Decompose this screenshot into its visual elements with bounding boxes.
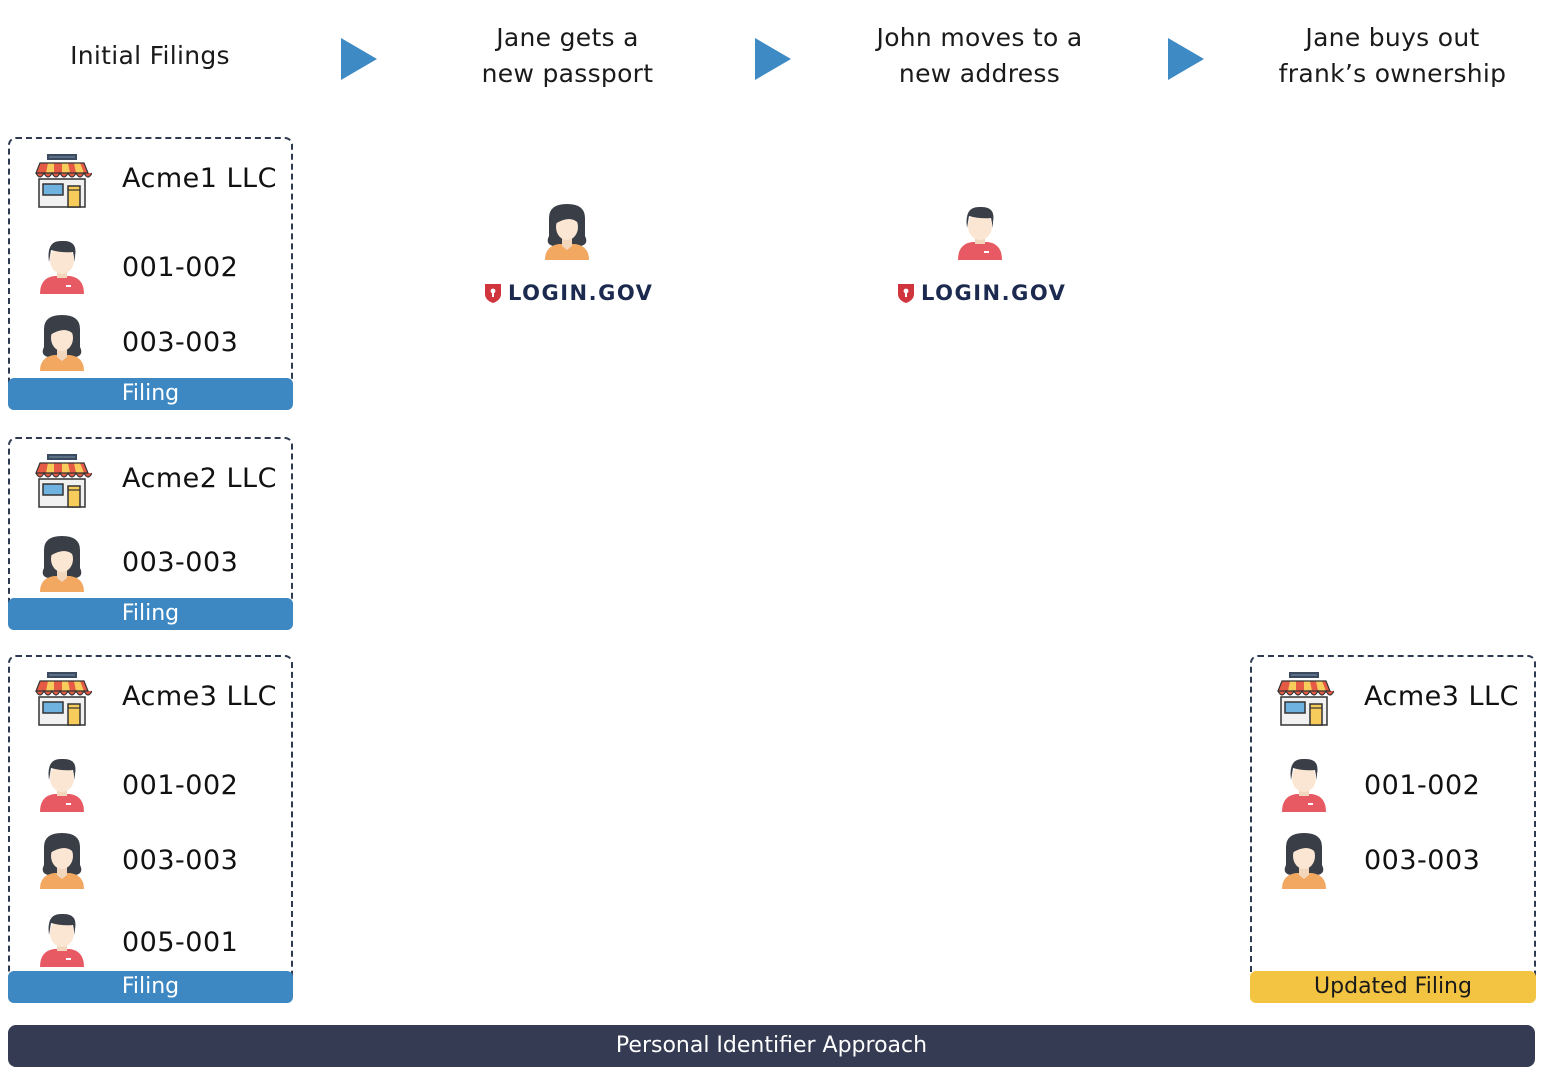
shield-lock-icon xyxy=(485,284,501,303)
step-title-line: new passport xyxy=(481,59,654,88)
arrow-right-icon xyxy=(1168,38,1204,80)
step-title-line: new address xyxy=(898,59,1061,88)
login-gov-text: LOGIN.GOV xyxy=(921,281,1067,305)
female-person-icon xyxy=(32,311,92,371)
store-icon xyxy=(32,669,92,729)
filing-card-acme2: Acme2 LLC 003-003 Filing xyxy=(8,437,293,630)
arrow-right-icon xyxy=(341,38,377,80)
female-person-icon xyxy=(537,200,597,260)
company-name: Acme3 LLC xyxy=(1364,681,1519,712)
store-icon xyxy=(32,451,92,511)
female-person-icon xyxy=(32,532,92,592)
company-name: Acme2 LLC xyxy=(122,463,277,494)
owner-id: 001-002 xyxy=(1364,770,1481,801)
male-person-icon xyxy=(32,907,92,967)
filing-card-acme1: Acme1 LLC 001-002 003-003 Filing xyxy=(8,137,293,410)
login-gov-text: LOGIN.GOV xyxy=(508,281,654,305)
filing-label: Filing xyxy=(8,598,293,630)
store-icon xyxy=(1274,669,1334,729)
step-title-initial-filings: Initial Filings xyxy=(20,38,280,74)
male-person-icon xyxy=(32,234,92,294)
step-title-line: John moves to a xyxy=(876,23,1083,52)
owner-id: 003-003 xyxy=(122,547,239,578)
filing-card-acme3: Acme3 LLC 001-002 003-003 005-001 Filing xyxy=(8,655,293,1003)
male-person-icon xyxy=(1274,752,1334,812)
login-gov-logo: LOGIN.GOV xyxy=(897,280,1066,306)
login-gov-logo: LOGIN.GOV xyxy=(484,280,653,306)
step-title-new-passport: Jane gets a new passport xyxy=(420,20,715,92)
owner-id: 001-002 xyxy=(122,252,239,283)
company-name: Acme1 LLC xyxy=(122,163,277,194)
owner-id: 003-003 xyxy=(122,327,239,358)
approach-footer-banner: Personal Identifier Approach xyxy=(8,1025,1535,1067)
filing-label: Filing xyxy=(8,971,293,1003)
male-person-icon xyxy=(32,752,92,812)
step-title-line: Jane buys out xyxy=(1305,23,1480,52)
owner-id: 001-002 xyxy=(122,770,239,801)
updated-filing-label: Updated Filing xyxy=(1250,971,1536,1003)
store-icon xyxy=(32,151,92,211)
step-title-line: frank’s ownership xyxy=(1278,59,1507,88)
step-title-line: Jane gets a xyxy=(496,23,639,52)
male-person-icon xyxy=(950,200,1010,260)
owner-id: 005-001 xyxy=(122,927,239,958)
filing-label: Filing xyxy=(8,378,293,410)
step-title-line: Initial Filings xyxy=(70,41,230,70)
female-person-icon xyxy=(32,829,92,889)
owner-id: 003-003 xyxy=(1364,845,1481,876)
arrow-right-icon xyxy=(755,38,791,80)
shield-lock-icon xyxy=(898,284,914,303)
female-person-icon xyxy=(1274,829,1334,889)
step-title-buyout: Jane buys out frank’s ownership xyxy=(1245,20,1540,92)
updated-filing-card-acme3: Acme3 LLC 001-002 003-003 Updated Filing xyxy=(1250,655,1536,1003)
step-title-new-address: John moves to a new address xyxy=(832,20,1127,92)
company-name: Acme3 LLC xyxy=(122,681,277,712)
owner-id: 003-003 xyxy=(122,845,239,876)
